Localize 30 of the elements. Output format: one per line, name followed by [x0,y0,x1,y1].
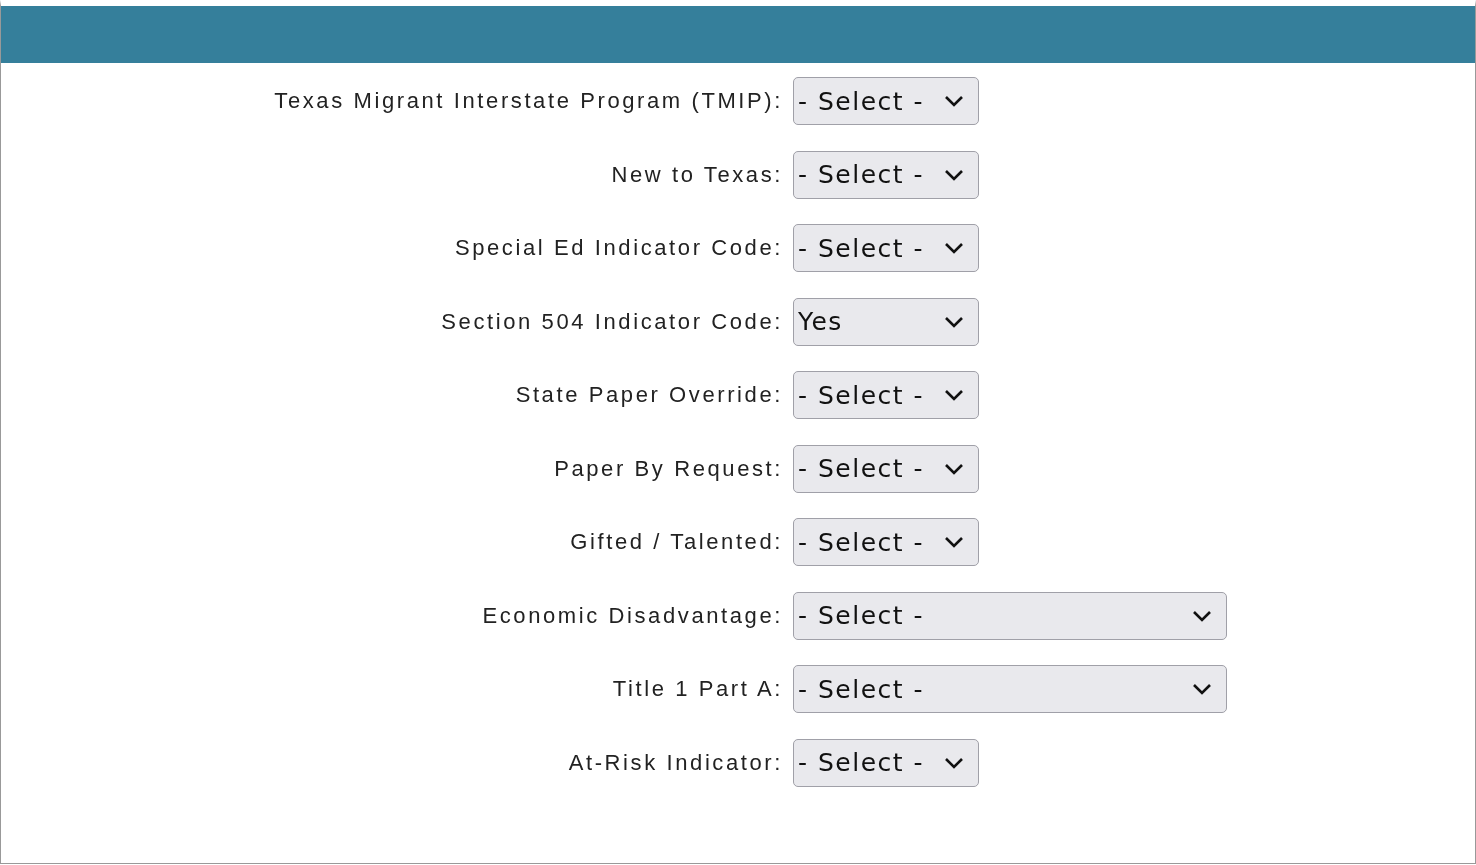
dropdown[interactable]: - Select - [793,518,979,566]
chevron-down-icon [944,756,964,769]
dropdown[interactable]: - Select - [793,738,979,787]
field-label: At-Risk Indicator: [567,749,783,776]
field-label: Gifted / Talented: [569,529,783,555]
chevron-down-icon [944,242,964,254]
field-label: Economic Disadvantage: [481,602,783,629]
chevron-down-icon [944,95,964,107]
dropdown[interactable]: - Select - [793,665,1227,713]
field-label: Title 1 Part A: [611,676,783,702]
dropdown[interactable]: - Select - [793,444,979,493]
field-label: Paper By Request: [553,455,783,482]
dropdown[interactable]: - Select - [793,371,979,419]
dropdown[interactable]: Yes [793,297,979,346]
field-label: New to Texas: [610,161,783,188]
chevron-down-icon [1192,609,1212,622]
chevron-down-icon [944,168,964,181]
dropdown[interactable]: - Select - [793,77,979,125]
dropdown[interactable]: - Select - [793,224,979,272]
chevron-down-icon [944,462,964,475]
chevron-down-icon [944,536,964,548]
field-label: Section 504 Indicator Code: [440,308,783,335]
dropdown[interactable]: - Select - [793,150,979,199]
chevron-down-icon [1192,683,1212,695]
chevron-down-icon [944,315,964,328]
chevron-down-icon [944,389,964,401]
field-label: Texas Migrant Interstate Program (TMIP): [273,88,783,114]
field-label: Special Ed Indicator Code: [453,235,783,261]
dropdown[interactable]: - Select - [793,591,1227,640]
field-label: State Paper Override: [514,382,783,408]
